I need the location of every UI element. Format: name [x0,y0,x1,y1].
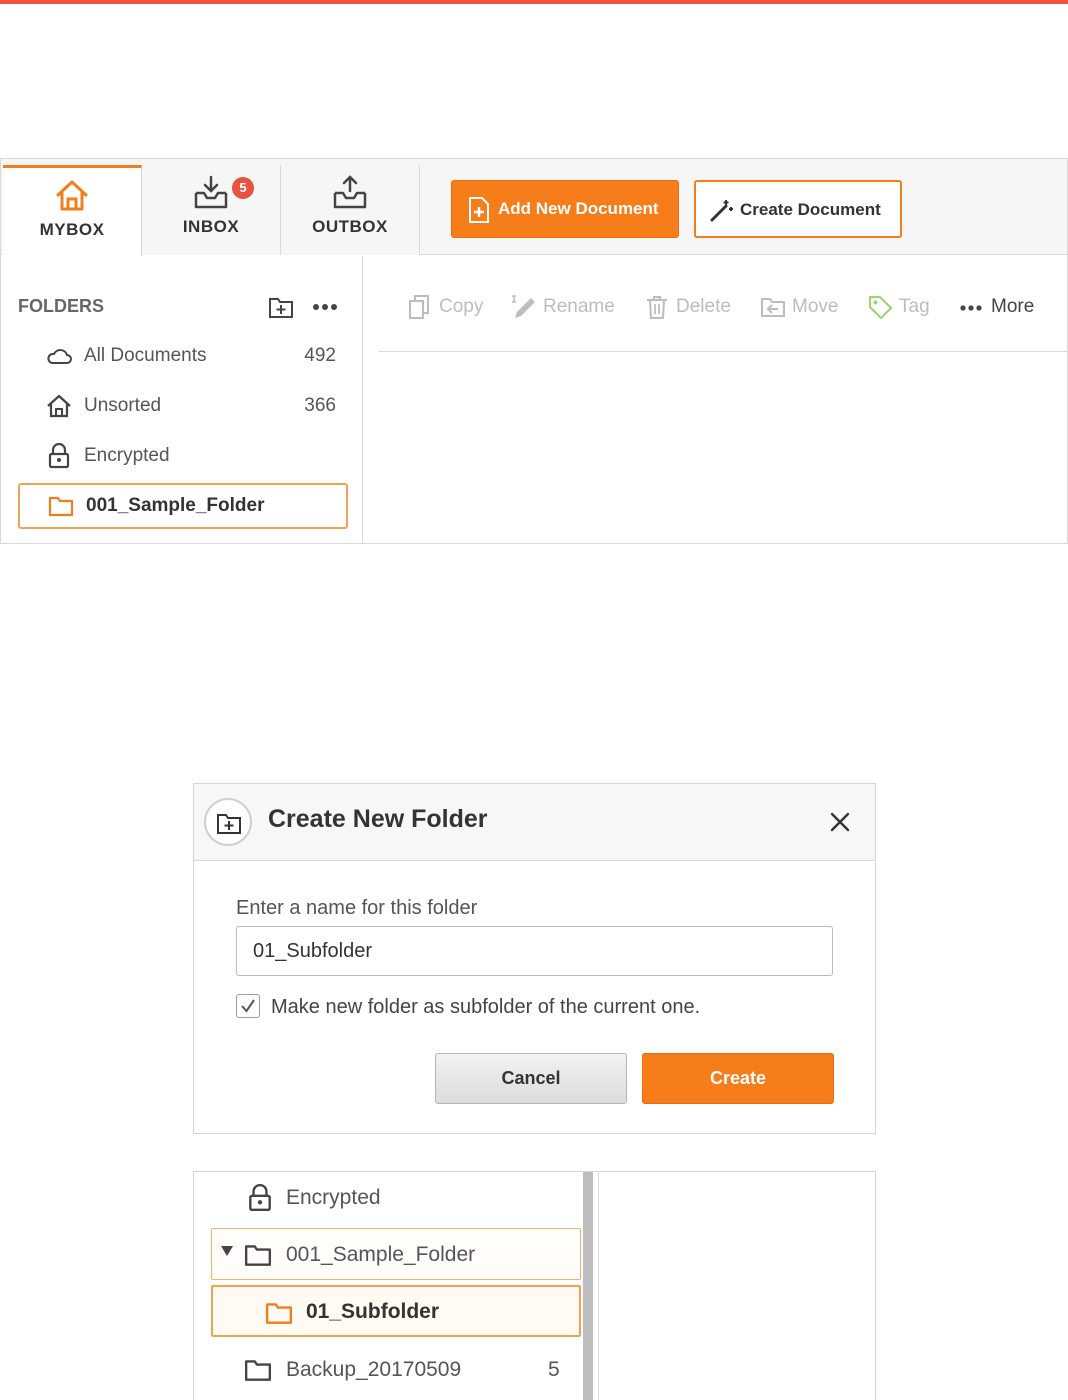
dialog-icon-circle [204,798,252,846]
tab-bar: MYBOX 5 INBOX OUTBOX Add New Document Cr… [1,159,1067,256]
inbox-badge: 5 [232,177,254,199]
tree-item-backup-20170509[interactable]: Backup_20170509 5 [210,1344,580,1396]
top-accent-bar [0,0,1068,4]
move-icon [761,298,785,317]
folder-tree-panel: Encrypted 001_Sample_Folder 01_Subfolder… [193,1171,876,1400]
tree-item-label: 01_Subfolder [306,1300,440,1323]
sidebar-item-count: 492 [304,345,336,366]
lock-icon [48,443,70,469]
cloud-icon [47,349,72,364]
tab-mybox-label: MYBOX [39,220,105,239]
expand-caret-icon[interactable] [221,1246,233,1256]
pencil-icon [512,295,535,318]
folders-sidebar: FOLDERS All Documents 492 Unsorted 366 E… [1,256,363,543]
close-icon[interactable] [824,806,856,838]
inbox-icon [194,175,228,209]
tab-outbox-label: OUTBOX [312,217,388,236]
more-dots-icon[interactable] [312,303,338,311]
sidebar-item-label: All Documents [84,345,207,366]
tab-inbox-label: INBOX [182,217,240,236]
magic-wand-icon [710,200,733,222]
more-dots-icon [960,305,982,311]
folder-icon [48,496,74,517]
copy-icon [409,295,429,319]
delete-label: Delete [676,296,731,317]
tag-label: Tag [899,296,930,317]
dialog-title: Create New Folder [268,805,488,833]
tree-item-001-sample-folder[interactable]: 001_Sample_Folder [211,1228,581,1280]
add-new-document-button[interactable]: Add New Document [451,180,679,238]
mybox-panel: MYBOX 5 INBOX OUTBOX Add New Document Cr… [0,158,1068,544]
document-toolbar: Copy Rename Delete Move Tag More [379,256,1067,352]
folder-name-input[interactable] [236,926,833,976]
sidebar-item-label: Encrypted [84,445,170,466]
tag-icon [868,295,893,320]
tab-outbox[interactable]: OUTBOX [281,165,420,255]
subfolder-checkbox-label: Make new folder as subfolder of the curr… [271,996,701,1018]
tree-divider [598,1172,599,1400]
tree-item-label: Backup_20170509 [286,1358,462,1381]
tab-inbox[interactable]: 5 INBOX [142,165,281,255]
add-document-icon [469,197,489,223]
tree-item-label: Encrypted [286,1186,381,1209]
tree-item-count: 5 [548,1358,560,1381]
create-new-folder-dialog: Create New Folder Enter a name for this … [193,783,876,1134]
lock-icon [249,1184,271,1212]
new-folder-icon [217,814,241,834]
tab-mybox[interactable]: MYBOX [3,165,142,256]
create-document-button[interactable]: Create Document [694,180,902,238]
move-label: Move [792,296,839,317]
cancel-button[interactable]: Cancel [435,1053,627,1104]
new-folder-icon[interactable] [268,295,294,319]
folder-icon [244,1245,272,1266]
dialog-header: Create New Folder [194,784,875,861]
sidebar-item-encrypted[interactable]: Encrypted [18,433,348,479]
rename-label: Rename [543,296,615,317]
subfolder-checkbox[interactable] [236,994,260,1018]
folder-icon [244,1360,272,1381]
sidebar-item-001-sample-folder[interactable]: 001_Sample_Folder [18,483,348,529]
checkmark-icon [241,999,255,1013]
tree-item-01-subfolder[interactable]: 01_Subfolder [211,1285,581,1337]
tree-item-encrypted[interactable]: Encrypted [210,1172,580,1224]
trash-icon [647,296,667,319]
copy-label: Copy [439,296,484,317]
tree-item-label: 001_Sample_Folder [286,1243,476,1266]
sidebar-item-count: 366 [304,395,336,416]
home-icon [47,394,71,418]
create-document-label: Create Document [740,200,881,219]
create-button[interactable]: Create [642,1053,834,1104]
home-icon [56,180,88,211]
add-new-document-label: Add New Document [498,199,659,218]
sidebar-item-all-documents[interactable]: All Documents 492 [18,333,348,379]
folders-heading: FOLDERS [18,296,105,316]
more-label: More [991,296,1035,317]
tree-scrollbar[interactable] [583,1172,593,1400]
sidebar-item-unsorted[interactable]: Unsorted 366 [18,383,348,429]
sidebar-item-label: 001_Sample_Folder [86,495,265,516]
sidebar-item-label: Unsorted [84,395,162,416]
folder-name-label: Enter a name for this folder [236,897,478,919]
folder-icon [265,1303,293,1324]
outbox-icon [333,175,367,209]
